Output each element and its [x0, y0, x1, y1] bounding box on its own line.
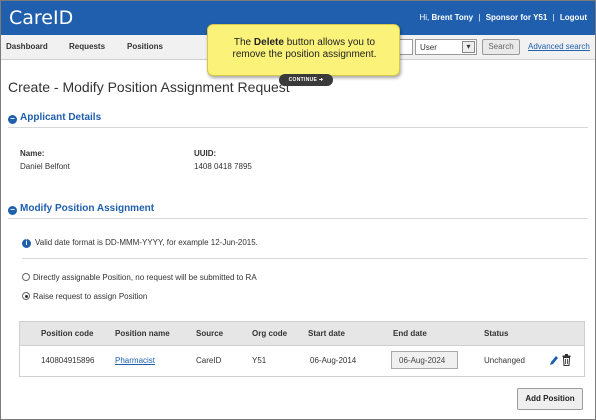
search-scope-select[interactable]: User ▾ — [415, 39, 477, 55]
uuid-value: 1408 0418 7895 — [194, 162, 252, 171]
section-title: Modify Position Assignment — [20, 203, 155, 214]
delete-icon[interactable] — [562, 354, 571, 366]
section-title: Applicant Details — [20, 112, 102, 123]
radio-direct[interactable] — [22, 273, 30, 281]
info-text: Valid date format is DD-MMM-YYYY, for ex… — [35, 238, 258, 247]
col-position-name: Position name — [115, 329, 170, 338]
greeting: Hi, — [419, 13, 430, 22]
radio-raise-request[interactable] — [22, 292, 30, 300]
cell-org-code: Y51 — [252, 356, 267, 365]
option-raise-label: Raise request to assign Position — [33, 292, 148, 301]
date-format-info: i Valid date format is DD-MMM-YYYY, for e… — [22, 238, 258, 248]
separator: | — [552, 13, 555, 22]
app-logo[interactable]: CareID — [9, 7, 73, 29]
col-start-date: Start date — [308, 329, 345, 338]
user-name[interactable]: Brent Tony — [432, 13, 474, 22]
cell-position-code: 140804915896 — [41, 356, 95, 365]
info-icon: i — [22, 239, 31, 248]
applicant-details-header[interactable]: − Applicant Details — [8, 112, 101, 124]
position-table: Position code Position name Source Org c… — [19, 321, 585, 377]
col-status: Status — [484, 329, 509, 338]
role-link[interactable]: Sponsor for Y51 — [486, 13, 548, 22]
user-bar: Hi, Brent Tony | Sponsor for Y51 | Logou… — [419, 13, 587, 22]
cell-start-date: 06-Aug-2014 — [310, 356, 357, 365]
cell-position-name-link[interactable]: Pharmacist — [115, 356, 155, 365]
search-button[interactable]: Search — [482, 39, 520, 55]
option-direct[interactable]: Directly assignable Position, no request… — [22, 273, 257, 282]
edit-icon[interactable] — [549, 355, 559, 366]
col-source: Source — [196, 329, 224, 338]
chevron-down-icon: ▾ — [462, 41, 475, 53]
advanced-search-link[interactable]: Advanced search — [528, 42, 590, 51]
option-direct-label: Directly assignable Position, no request… — [33, 273, 257, 282]
name-value: Daniel Belfont — [20, 162, 70, 171]
table-row: 140804915896 Pharmacist CareID Y51 06-Au… — [20, 346, 584, 376]
cell-status: Unchanged — [484, 356, 525, 365]
tutorial-tooltip: The Delete button allows you to remove t… — [207, 24, 400, 76]
collapse-icon[interactable]: − — [8, 206, 17, 215]
separator: | — [478, 13, 481, 22]
cell-source: CareID — [196, 356, 222, 365]
add-position-button[interactable]: Add Position — [517, 388, 583, 410]
search-scope-value: User — [420, 43, 437, 52]
uuid-label: UUID: — [194, 149, 217, 158]
col-position-code: Position code — [41, 329, 94, 338]
modify-assignment-header[interactable]: − Modify Position Assignment — [8, 203, 154, 215]
nav-positions[interactable]: Positions — [127, 42, 163, 51]
nav-requests[interactable]: Requests — [69, 42, 105, 51]
divider — [8, 127, 588, 128]
col-end-date: End date — [393, 329, 427, 338]
nav-dashboard[interactable]: Dashboard — [6, 42, 48, 51]
table-header: Position code Position name Source Org c… — [20, 322, 584, 346]
collapse-icon[interactable]: − — [8, 115, 17, 124]
divider — [8, 218, 588, 219]
divider — [22, 258, 588, 259]
col-org-code: Org code — [252, 329, 288, 338]
end-date-input[interactable]: 06-Aug-2024 — [391, 351, 458, 369]
tooltip-prefix: The — [233, 37, 254, 48]
continue-button[interactable]: CONTINUE ➜ — [279, 74, 333, 86]
tooltip-text: The Delete button allows you to remove t… — [216, 37, 393, 61]
option-raise-request[interactable]: Raise request to assign Position — [22, 292, 147, 301]
name-label: Name: — [20, 149, 45, 158]
logout-link[interactable]: Logout — [560, 13, 587, 22]
page-title: Create - Modify Position Assignment Requ… — [8, 79, 290, 95]
tooltip-bold: Delete — [253, 37, 284, 48]
